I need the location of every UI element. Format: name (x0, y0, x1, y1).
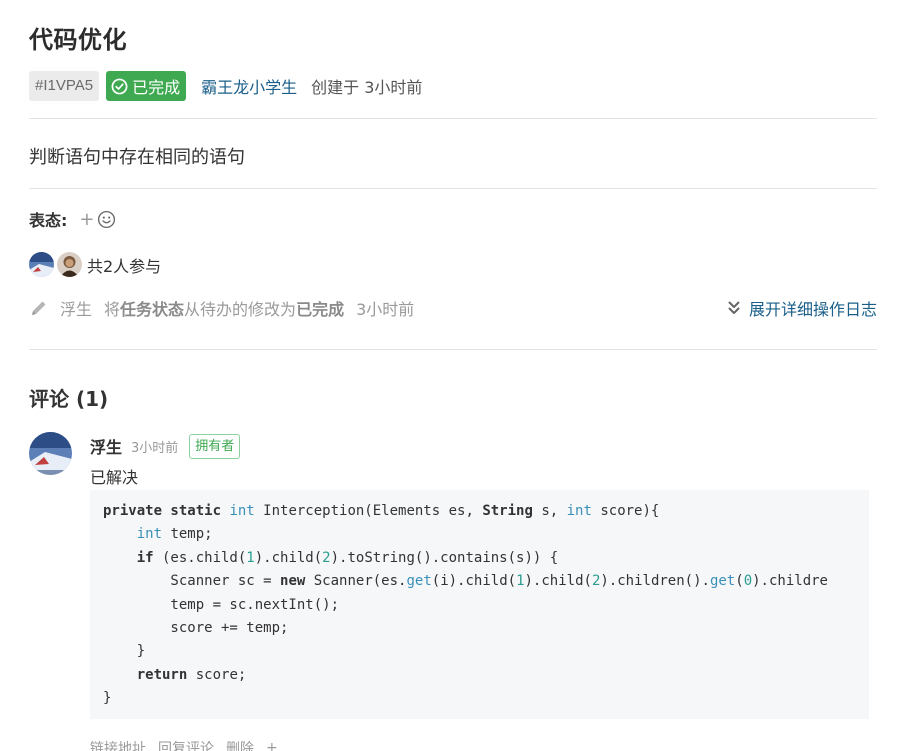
code-token: } (103, 643, 146, 660)
code-token: get (406, 573, 432, 590)
code-token: s, (532, 503, 567, 519)
code-token: new (280, 573, 306, 590)
issue-id[interactable]: #I1VPA5 (29, 71, 100, 101)
log-new-value: 已完成 (296, 300, 345, 319)
avatar[interactable] (29, 252, 54, 277)
code-token: int (566, 503, 592, 519)
code-line: } (103, 640, 869, 663)
comment-time: 3小时前 (131, 440, 179, 456)
issue-title: 代码优化 (29, 26, 127, 54)
code-token: 1 (246, 549, 255, 566)
log-change-text: 从待办的修改为 (184, 300, 297, 319)
comment-action[interactable]: 删除 (226, 738, 254, 751)
issue-meta: #I1VPA5 已完成 霸王龙小学生 创建于 3小时前 (29, 71, 422, 101)
author-link[interactable]: 霸王龙小学生 (201, 74, 297, 98)
code-token: get (709, 573, 736, 590)
code-line: return score; (103, 664, 869, 687)
add-reaction-button[interactable]: + (79, 209, 115, 230)
status-badge[interactable]: 已完成 (106, 71, 187, 101)
log-user[interactable]: 浮生 (60, 296, 92, 320)
code-line: if (es.child(1).child(2).toString().cont… (103, 547, 869, 570)
comment-actions: 链接地址 回复评论 删除 + (90, 738, 290, 751)
comment-action[interactable]: 回复评论 (158, 738, 214, 751)
code-token: } (103, 690, 112, 707)
code-token: private static (103, 503, 230, 519)
issue-description: 判断语句中存在相同的语句 (29, 147, 245, 168)
pencil-icon (32, 301, 46, 315)
code-token: 0 (743, 573, 753, 590)
code-token: score){ (591, 503, 660, 519)
code-token: ).children(). (600, 573, 710, 590)
chevron-double-down-icon (728, 301, 740, 314)
code-token: Interception(Elements es, (254, 503, 483, 519)
code-line: private static int Interception(Elements… (103, 500, 869, 523)
code-token: score += temp; (103, 620, 289, 637)
comment-action[interactable]: + (266, 740, 278, 751)
comment-action[interactable]: 链接地址 (90, 738, 146, 751)
comment-author[interactable]: 浮生 (90, 434, 122, 458)
code-token: if (136, 549, 154, 566)
code-line: Scanner sc = new Scanner(es.get(i).child… (103, 570, 869, 593)
code-token: ).toString().contains(s)) { (330, 549, 559, 566)
log-time: 3小时前 (356, 300, 415, 319)
code-token: ).child( (254, 549, 323, 566)
code-line: } (103, 687, 869, 710)
divider (29, 118, 877, 119)
code-token: int (229, 503, 255, 519)
participants-count: 共2人参与 (87, 256, 162, 276)
code-token: int (136, 526, 163, 543)
created-time: 创建于 3小时前 (311, 78, 423, 97)
code-line: int temp; (103, 523, 869, 546)
avatar[interactable] (57, 252, 82, 277)
code-token: return (136, 666, 188, 683)
code-token: String (482, 503, 533, 519)
reactions-row: 表态: + (29, 207, 116, 231)
code-token: (i).child( (431, 573, 517, 590)
status-label: 已完成 (132, 78, 181, 97)
comment-avatar[interactable] (29, 432, 72, 475)
code-token: ).childre (752, 573, 828, 590)
smiley-icon (97, 210, 115, 228)
code-token: ( (735, 573, 744, 590)
code-line: temp = sc.nextInt(); (103, 594, 869, 617)
code-token: ).child( (524, 573, 592, 590)
owner-badge: 拥有者 (189, 433, 241, 459)
divider (29, 188, 877, 189)
participants-row: 共2人参与 (29, 252, 161, 277)
code-block: private static int Interception(Elements… (90, 490, 869, 719)
code-token: temp; (162, 526, 213, 543)
comment-text: 已解决 (90, 468, 139, 487)
log-field: 任务状态 (120, 300, 185, 319)
reactions-label: 表态: (29, 211, 68, 230)
code-token: (es.child( (153, 549, 247, 566)
check-circle-icon (111, 78, 128, 94)
code-token: 1 (516, 573, 525, 590)
log-action-prefix: 将 (104, 300, 121, 319)
code-line: score += temp; (103, 617, 869, 640)
code-token: Scanner(es. (305, 573, 407, 590)
comment-header: 浮生 3小时前 拥有者 (90, 433, 241, 459)
code-token: score; (187, 666, 247, 683)
code-token: 2 (322, 549, 331, 566)
divider (29, 349, 877, 350)
code-token: Scanner sc = (103, 573, 281, 590)
expand-log-button[interactable]: 展开详细操作日志 (728, 294, 877, 322)
activity-log-row: 浮生 将 任务状态 从待办的修改为 已完成 3小时前 展开详细操作日志 (29, 294, 877, 322)
code-token: temp = sc.nextInt(); (103, 596, 340, 613)
plus-label: + (79, 208, 95, 230)
expand-log-label: 展开详细操作日志 (748, 300, 877, 319)
comments-title: 评论 (1) (29, 387, 109, 411)
